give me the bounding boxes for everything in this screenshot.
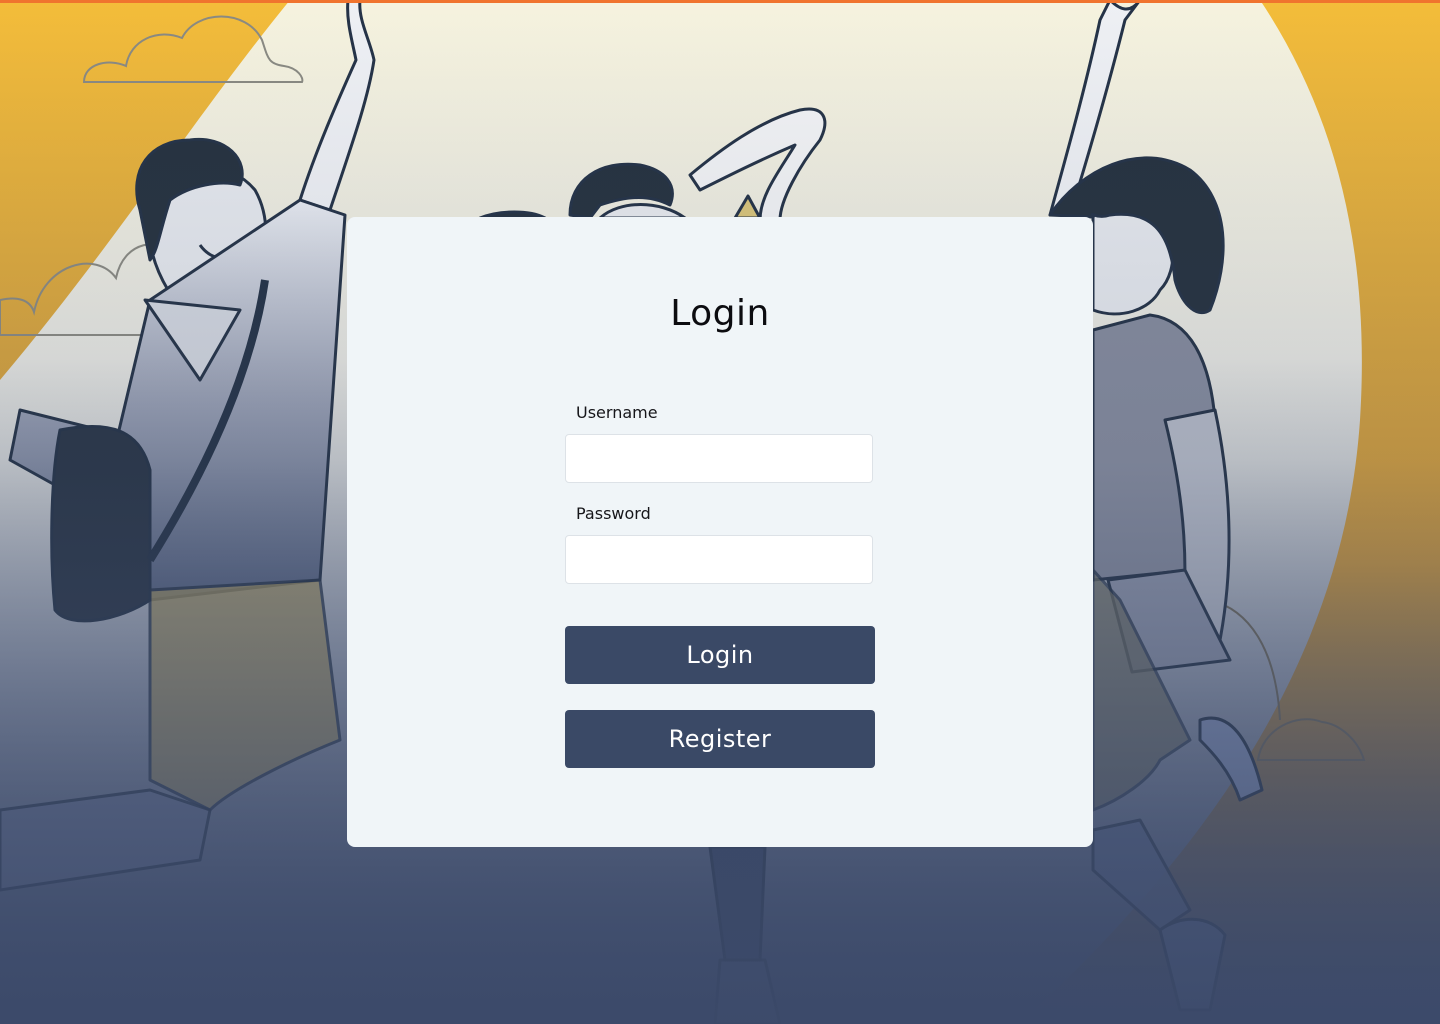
username-input[interactable] xyxy=(565,434,873,483)
login-button[interactable]: Login xyxy=(565,626,875,684)
login-page: Login Username Password Login Register xyxy=(0,0,1440,1024)
login-title: Login xyxy=(670,293,770,334)
register-button[interactable]: Register xyxy=(565,710,875,768)
username-label: Username xyxy=(576,403,658,422)
password-label: Password xyxy=(576,504,651,523)
login-card: Login Username Password Login Register xyxy=(347,217,1093,847)
top-accent-border xyxy=(0,0,1440,3)
password-input[interactable] xyxy=(565,535,873,584)
